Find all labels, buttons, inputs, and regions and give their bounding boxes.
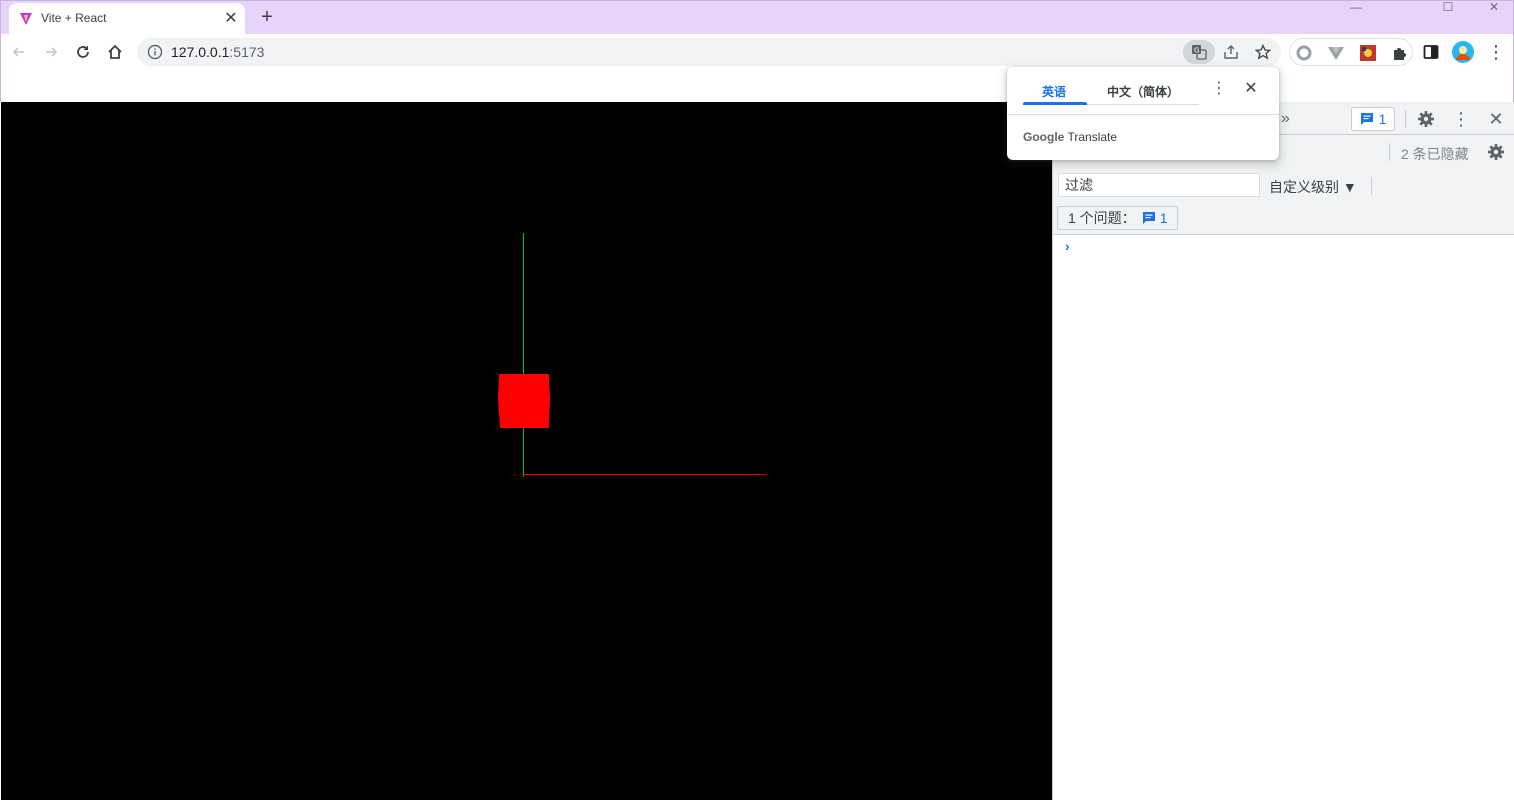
address-bar[interactable]: 127.0.0.1:5173 G — [137, 38, 1281, 66]
x-axis-line — [523, 474, 766, 475]
tab-source-language[interactable]: 英语 — [1042, 83, 1066, 100]
filter-input[interactable]: 过滤 — [1058, 173, 1260, 197]
tab-strip: Vite + React ✕ + — ☐ ✕ — [0, 0, 1514, 35]
forward-icon[interactable] — [37, 38, 65, 66]
devtools-close-icon[interactable]: ✕ — [1485, 108, 1507, 130]
y-axis-line — [523, 233, 524, 477]
new-tab-button[interactable]: + — [255, 6, 279, 30]
red-cube — [498, 374, 550, 428]
separator — [1389, 143, 1390, 161]
issues-badge[interactable]: 1 — [1351, 107, 1395, 131]
devtools-panel: » 1 ⋮ ✕ 2 条已隐藏 过滤 自定义级别 ▼ 1 个问题： 1 › — [1052, 102, 1514, 800]
home-icon[interactable] — [101, 38, 129, 66]
info-icon[interactable] — [147, 44, 163, 60]
side-panel-icon[interactable] — [1421, 42, 1441, 62]
message-icon — [1142, 212, 1155, 224]
tab-close-icon[interactable]: ✕ — [221, 9, 241, 29]
console-settings-gear-icon[interactable] — [1485, 141, 1507, 163]
separator — [1371, 177, 1372, 195]
console-filter-bar: 过滤 自定义级别 ▼ — [1053, 169, 1514, 203]
translate-popup: 英语 中文（简体） ⋮ ✕ Google Translate — [1007, 67, 1279, 160]
minimize-button[interactable]: — — [1341, 1, 1371, 15]
close-window-button[interactable]: ✕ — [1479, 1, 1509, 15]
issues-bar: 1 个问题： 1 — [1053, 203, 1514, 235]
back-icon[interactable] — [5, 38, 33, 66]
console-prompt-icon[interactable]: › — [1065, 238, 1070, 254]
separator — [1405, 110, 1406, 128]
vue-devtools-icon[interactable] — [1326, 43, 1346, 63]
tab-vite-react[interactable]: Vite + React ✕ — [9, 3, 245, 35]
log-levels-dropdown[interactable]: 自定义级别 ▼ — [1269, 177, 1357, 197]
hidden-messages-count: 2 条已隐藏 — [1401, 146, 1469, 162]
puzzle-icon[interactable] — [1390, 43, 1410, 63]
image-extension-icon[interactable] — [1358, 43, 1378, 63]
translate-options-icon[interactable]: ⋮ — [1209, 79, 1229, 99]
browser-menu-button[interactable]: ⋮ — [1486, 42, 1506, 62]
share-icon[interactable] — [1221, 42, 1241, 62]
issues-badge-count: 1 — [1378, 111, 1387, 127]
browser-toolbar: 127.0.0.1:5173 G ⋮ — [0, 34, 1514, 70]
extensions-group — [1289, 38, 1413, 66]
translate-close-icon[interactable]: ✕ — [1241, 79, 1261, 99]
url-text[interactable]: 127.0.0.1:5173 — [171, 44, 264, 60]
webgl-canvas[interactable] — [1, 102, 1052, 800]
message-icon — [1360, 113, 1373, 125]
svg-text:G: G — [1194, 47, 1199, 55]
issues-label: 1 个问题： — [1068, 210, 1136, 226]
google-translate-brand: Google Translate — [1023, 130, 1118, 144]
translate-icon[interactable]: G — [1183, 40, 1215, 64]
star-icon[interactable] — [1253, 42, 1273, 62]
circle-extension-icon[interactable] — [1294, 43, 1314, 63]
more-tabs-icon[interactable]: » — [1281, 110, 1290, 128]
vite-icon — [20, 13, 32, 25]
tab-target-language[interactable]: 中文（简体） — [1107, 83, 1179, 100]
divider — [1007, 114, 1279, 115]
devtools-menu-icon[interactable]: ⋮ — [1450, 108, 1472, 130]
issues-button[interactable]: 1 个问题： 1 — [1057, 206, 1179, 230]
profile-avatar[interactable] — [1452, 41, 1474, 63]
tab-title: Vite + React — [41, 11, 107, 25]
settings-gear-icon[interactable] — [1415, 108, 1437, 130]
issues-count: 1 — [1159, 210, 1168, 226]
reload-icon[interactable] — [69, 38, 97, 66]
maximize-button[interactable]: ☐ — [1433, 1, 1463, 15]
page-top-area — [0, 70, 1514, 102]
active-tab-indicator — [1023, 102, 1087, 105]
